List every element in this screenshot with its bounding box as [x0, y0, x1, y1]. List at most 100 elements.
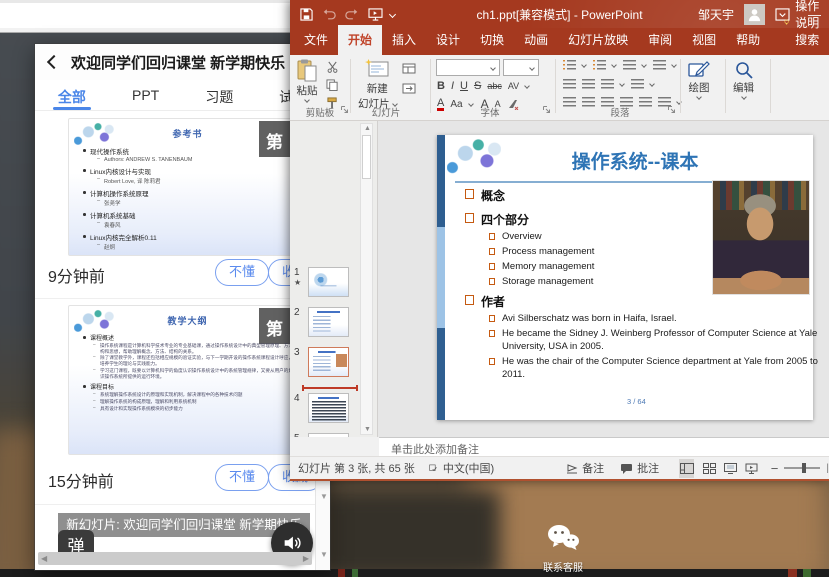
strikethrough-button[interactable]: S: [474, 80, 481, 92]
copy-icon[interactable]: [326, 79, 339, 91]
scroll-up-icon[interactable]: ▲: [364, 125, 371, 132]
tab-slideshow[interactable]: 幻灯片放映: [558, 25, 638, 55]
font-size-combo[interactable]: [503, 59, 539, 76]
save-icon[interactable]: [300, 8, 313, 21]
text-direction-icon[interactable]: [653, 60, 666, 70]
avatar[interactable]: [744, 4, 765, 25]
tab-ppt[interactable]: PPT: [109, 80, 183, 110]
slide-card-syllabus[interactable]: 教学大纲 第 课程概述 操作系统课程是计算机科学技术专业的专业基础课，通过操作系…: [68, 305, 307, 455]
shadow-button[interactable]: abc: [487, 81, 502, 91]
reset-slide-icon[interactable]: [402, 83, 416, 94]
bullet: 课程目标: [83, 382, 306, 391]
language-indicator[interactable]: 中文(中国): [443, 460, 494, 476]
divider: [35, 298, 330, 299]
dialog-launcher-icon[interactable]: [542, 105, 551, 114]
redo-icon[interactable]: [345, 8, 359, 20]
character-spacing-button[interactable]: AV: [508, 81, 519, 91]
current-slide[interactable]: 操作系统--课本 概念 四个部分 Overview Process manage…: [437, 135, 813, 420]
zoom-slider-thumb[interactable]: [802, 463, 806, 473]
background-window-edge[interactable]: [0, 0, 303, 33]
notes-pane[interactable]: 单击此处添加备注: [379, 437, 829, 456]
sub-bullet: 袁春风: [97, 221, 306, 229]
reading-view-button[interactable]: [723, 459, 738, 478]
scroll-down-icon[interactable]: ▼: [364, 426, 371, 433]
dialog-launcher-icon[interactable]: [667, 105, 676, 114]
slide-thumbnail-5[interactable]: [308, 433, 349, 437]
dialog-launcher-icon[interactable]: [340, 105, 349, 114]
font-name-combo[interactable]: [436, 59, 500, 76]
slide-sorter-view-button[interactable]: [702, 459, 717, 478]
app-header: 欢迎同学们回归课堂 新学期快乐: [35, 44, 330, 80]
italic-button[interactable]: I: [451, 80, 454, 92]
slide-insertion-indicator: [304, 387, 356, 389]
slide-card-reference-books[interactable]: 参考书 第 现代操作系统 Authors: ANDREW S. TANENBAU…: [68, 118, 307, 256]
slide-bullet: 四个部分: [465, 211, 529, 228]
line-spacing-icon[interactable]: [623, 60, 636, 70]
layout-icon[interactable]: [402, 63, 416, 74]
tab-all[interactable]: 全部: [35, 80, 109, 110]
customize-qat-icon[interactable]: [389, 10, 396, 17]
spellcheck-icon[interactable]: [429, 462, 437, 474]
scroll-left-icon[interactable]: ◀: [41, 554, 47, 563]
wechat-contact-shortcut[interactable]: 联系客服: [528, 524, 598, 574]
spacing-dropdown-icon[interactable]: [524, 83, 530, 89]
align-text-icon[interactable]: [631, 79, 644, 89]
back-icon[interactable]: [47, 55, 61, 69]
horizontal-scrollbar[interactable]: ◀ ▶: [38, 552, 312, 565]
slide-thumbnail-4[interactable]: [308, 393, 349, 423]
normal-view-button[interactable]: [679, 459, 694, 478]
scroll-down-icon[interactable]: ▼: [320, 550, 328, 559]
tab-exercises[interactable]: 习题: [183, 80, 257, 110]
dont-understand-button[interactable]: 不懂: [215, 464, 269, 491]
scroll-right-icon[interactable]: ▶: [303, 554, 309, 563]
comments-toggle[interactable]: 批注: [620, 460, 659, 476]
tab-view[interactable]: 视图: [682, 25, 726, 55]
tab-file[interactable]: 文件: [290, 25, 338, 55]
app-tab-bar: 全部 PPT 习题 试卷: [35, 80, 330, 111]
bold-button[interactable]: B: [437, 80, 445, 92]
notes-toggle[interactable]: 备注: [566, 460, 604, 476]
strip-segment: [788, 569, 797, 577]
slideshow-view-button[interactable]: [744, 459, 759, 478]
tab-home[interactable]: 开始: [338, 25, 382, 55]
tab-animations[interactable]: 动画: [514, 25, 558, 55]
active-tab-underline: [53, 107, 91, 110]
columns-icon[interactable]: [601, 79, 614, 89]
new-slide-button[interactable]: 新建 幻灯片: [358, 59, 397, 111]
start-slideshow-icon[interactable]: [368, 8, 383, 21]
scrollbar-thumb[interactable]: [362, 135, 371, 179]
tell-me-search[interactable]: 操作说明搜索: [784, 0, 829, 55]
edit-button[interactable]: 编辑: [733, 60, 754, 99]
paste-button[interactable]: 粘贴: [296, 59, 318, 102]
slide-title[interactable]: 操作系统--课本: [497, 147, 773, 174]
dont-understand-button[interactable]: 不懂: [215, 259, 269, 286]
slide-thumbnail-2[interactable]: [308, 307, 349, 337]
tab-insert[interactable]: 插入: [382, 25, 426, 55]
tab-help[interactable]: 帮助: [726, 25, 770, 55]
underline-button[interactable]: U: [460, 80, 468, 92]
tab-design[interactable]: 设计: [426, 25, 470, 55]
tab-review[interactable]: 审阅: [638, 25, 682, 55]
undo-icon[interactable]: [322, 8, 336, 20]
thumbnail-scrollbar[interactable]: ▲ ▼: [360, 123, 373, 435]
slide-sidebar-segment: [437, 328, 445, 420]
zoom-slider[interactable]: [784, 467, 820, 469]
feed-row: 9分钟前 不懂 收藏: [35, 259, 330, 291]
increase-indent-icon[interactable]: [582, 79, 595, 89]
cut-icon[interactable]: [326, 61, 339, 73]
scroll-down-icon[interactable]: ▼: [320, 492, 328, 501]
align-left-icon[interactable]: [563, 97, 576, 107]
slide-thumbnail-1[interactable]: [308, 267, 349, 297]
slide-editing-area[interactable]: 操作系统--课本 概念 四个部分 Overview Process manage…: [379, 121, 829, 437]
group-label-slides: 幻灯片: [356, 105, 416, 119]
slide-thumbnail-3-current[interactable]: [308, 347, 349, 377]
bullets-icon[interactable]: [563, 60, 576, 70]
zoom-out-button[interactable]: −: [771, 461, 779, 476]
decrease-indent-icon[interactable]: [563, 79, 576, 89]
sub-bullet: 张尧学: [97, 199, 306, 207]
numbering-icon[interactable]: [593, 60, 606, 70]
draw-button[interactable]: 绘图: [688, 60, 710, 99]
font-color-button[interactable]: A: [437, 98, 444, 111]
tab-transitions[interactable]: 切换: [470, 25, 514, 55]
account-name[interactable]: 邹天宇: [698, 6, 734, 23]
